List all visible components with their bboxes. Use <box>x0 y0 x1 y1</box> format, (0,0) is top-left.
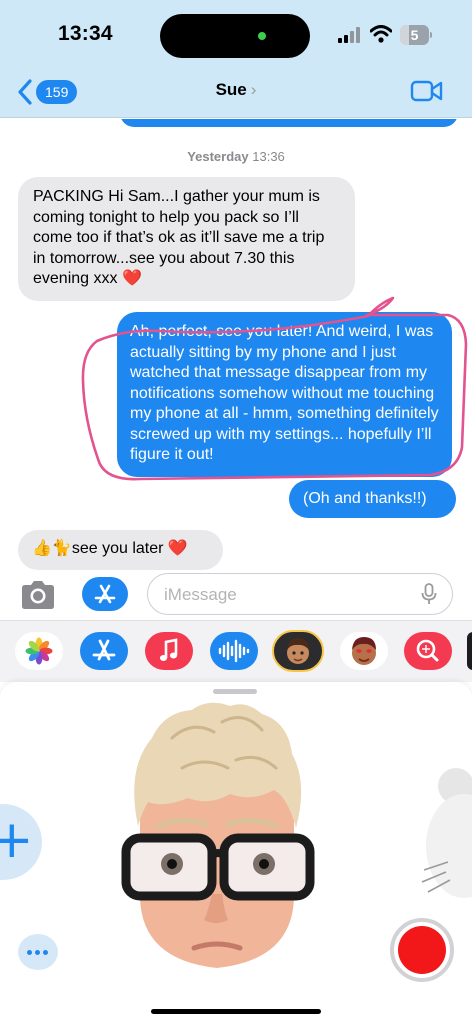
memoji-avatar-icon[interactable] <box>112 698 322 988</box>
record-button[interactable] <box>390 918 454 982</box>
memoji-stickers-icon[interactable] <box>272 630 324 672</box>
imessage-app-drawer <box>0 620 472 682</box>
signal-icon <box>338 27 360 43</box>
status-time: 13:34 <box>58 22 113 45</box>
message-input[interactable]: iMessage <box>147 573 453 615</box>
outgoing-message-bubble[interactable]: (Oh and thanks!!) <box>289 480 456 518</box>
memoji-stickers-2-icon[interactable] <box>340 632 388 670</box>
record-icon <box>398 926 446 974</box>
composer-bar: iMessage <box>0 570 472 620</box>
photos-icon[interactable] <box>15 632 63 670</box>
plus-icon: + <box>0 810 34 870</box>
more-apps-edge[interactable] <box>467 632 472 670</box>
more-icon <box>27 950 32 955</box>
app-store-icon[interactable] <box>80 632 128 670</box>
incoming-message-bubble[interactable]: PACKING Hi Sam...I gather your mum is co… <box>18 177 355 301</box>
battery-icon: 5 <box>400 25 432 45</box>
mouse-memoji-icon[interactable] <box>418 766 472 906</box>
dynamic-island <box>160 14 310 58</box>
panel-grabber[interactable] <box>213 689 257 694</box>
outgoing-message-bubble[interactable]: Ah, perfect, see you later! And weird, I… <box>117 312 452 477</box>
message-thread[interactable]: Yesterday 13:36 PACKING Hi Sam...I gathe… <box>0 119 472 570</box>
chevron-right-icon: › <box>250 80 257 99</box>
contact-name: Sue <box>215 80 247 99</box>
wifi-icon <box>370 25 392 43</box>
memoji-panel: + <box>0 682 472 1024</box>
home-indicator[interactable] <box>151 1009 321 1014</box>
camera-icon[interactable] <box>18 578 58 612</box>
more-options-button[interactable] <box>18 934 58 970</box>
contact-name-button[interactable]: Sue › <box>0 80 472 100</box>
microphone-icon[interactable] <box>421 583 437 605</box>
conversation-header: 159 Sue › <box>0 64 472 118</box>
add-memoji-button[interactable]: + <box>0 804 42 880</box>
app-store-icon <box>94 584 116 604</box>
video-camera-icon[interactable] <box>410 79 444 103</box>
camera-indicator-icon <box>258 32 266 40</box>
incoming-message-bubble[interactable]: 👍🐈see you later ❤️ <box>18 530 223 570</box>
app-store-button[interactable] <box>82 577 128 611</box>
audio-message-icon[interactable] <box>210 632 258 670</box>
previous-message-bubble <box>120 119 458 127</box>
search-images-icon[interactable] <box>404 632 452 670</box>
message-timestamp: Yesterday 13:36 <box>187 149 285 164</box>
status-bar: 13:34 5 <box>0 0 472 64</box>
battery-level: 5 <box>410 27 419 43</box>
music-icon[interactable] <box>145 632 193 670</box>
message-input-placeholder: iMessage <box>164 585 237 604</box>
